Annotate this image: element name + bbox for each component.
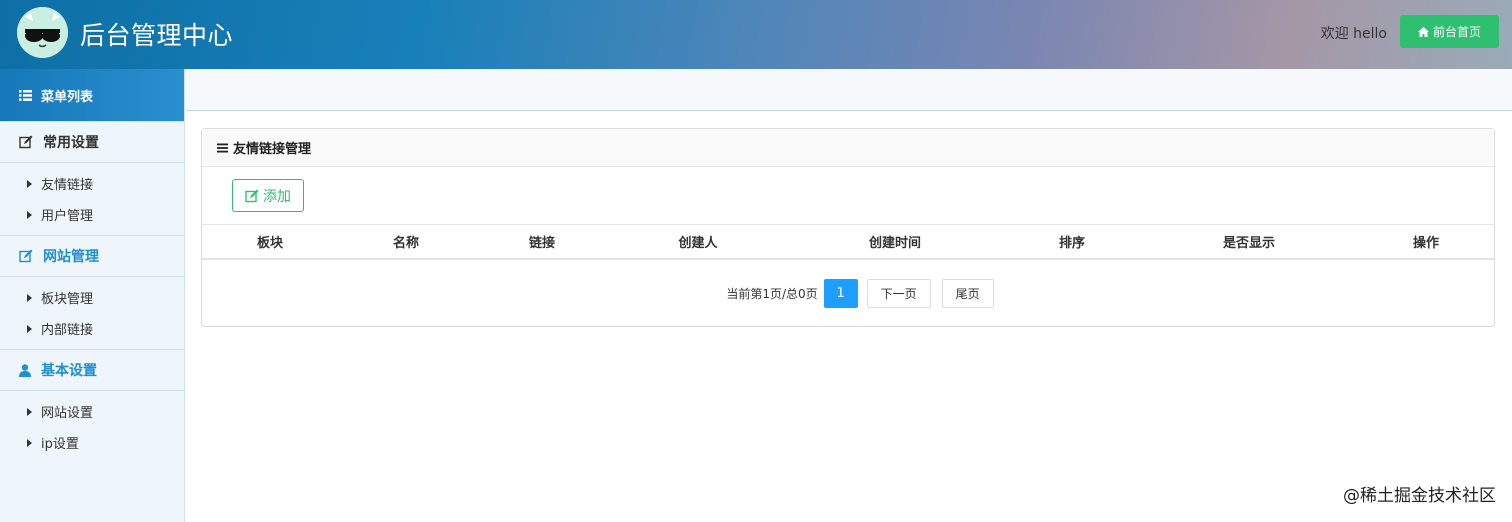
panel-title: 友情链接管理 (233, 142, 312, 157)
sidebar-item-label: 板块管理 (41, 292, 94, 307)
friend-links-table: 板块 名称 链接 创建人 创建时间 排序 是否显示 操作 (202, 225, 1494, 260)
column-header-created-time[interactable]: 创建时间 (786, 225, 1004, 260)
panel-toolbar: 添加 (202, 167, 1494, 225)
sidebar-item-label: 用户管理 (41, 209, 94, 224)
menu-list-header: 菜单列表 (0, 69, 184, 121)
page-1-button[interactable]: 1 (823, 278, 858, 308)
panel-header: 友情链接管理 (202, 129, 1494, 167)
edit-icon (245, 189, 259, 202)
sidebar-item-label: 友情链接 (41, 178, 94, 193)
page-info: 当前第1页/总0页 (726, 286, 818, 301)
sidebar-item-label: ip设置 (41, 437, 79, 452)
column-header-visible[interactable]: 是否显示 (1140, 225, 1358, 260)
sidebar-item-friend-links[interactable]: 友情链接 (0, 168, 184, 199)
column-header-actions[interactable]: 操作 (1358, 225, 1494, 260)
pagination: 当前第1页/总0页 1 下一页 尾页 (202, 260, 1494, 326)
friend-links-panel: 友情链接管理 添加 板块 名称 链接 创建人 创建时间 排序 是否显示 操作 当… (201, 128, 1495, 327)
list-icon (19, 89, 32, 101)
last-page-button[interactable]: 尾页 (941, 278, 994, 308)
sidebar-item-label: 网站设置 (41, 406, 94, 421)
sidebar: 菜单列表 常用设置 友情链接 用户管理 网站管理 板块管理 内部链接 基本设置 … (0, 69, 185, 522)
home-icon (1417, 26, 1429, 37)
frontend-home-label: 前台首页 (1432, 25, 1481, 39)
user-icon (19, 363, 31, 377)
add-button-label: 添加 (263, 188, 291, 205)
next-page-button[interactable]: 下一页 (866, 278, 931, 308)
caret-right-icon (27, 438, 32, 447)
sidebar-group-label: 网站管理 (43, 249, 99, 265)
edit-icon (19, 249, 33, 263)
column-header-board[interactable]: 板块 (202, 225, 338, 260)
bars-icon (217, 143, 228, 152)
column-header-sort[interactable]: 排序 (1004, 225, 1140, 260)
sidebar-group-label: 基本设置 (41, 363, 97, 379)
top-header: 后台管理中心 欢迎 hello 前台首页 (0, 0, 1512, 69)
caret-right-icon (27, 179, 32, 188)
add-button[interactable]: 添加 (232, 179, 304, 212)
sidebar-item-board-management[interactable]: 板块管理 (0, 282, 184, 313)
logo-avatar (17, 7, 68, 58)
sidebar-group-label: 常用设置 (43, 135, 99, 151)
sidebar-item-ip-settings[interactable]: ip设置 (0, 427, 184, 458)
column-header-name[interactable]: 名称 (338, 225, 474, 260)
caret-right-icon (27, 293, 32, 302)
column-header-link[interactable]: 链接 (474, 225, 610, 260)
watermark: @稀土掘金技术社区 (1343, 486, 1496, 506)
frontend-home-button[interactable]: 前台首页 (1400, 15, 1499, 48)
menu-list-title: 菜单列表 (41, 89, 94, 105)
sunglasses-icon (17, 7, 68, 58)
edit-icon (19, 135, 33, 149)
table-header-row: 板块 名称 链接 创建人 创建时间 排序 是否显示 操作 (202, 225, 1494, 260)
content-topbar (186, 69, 1512, 111)
sidebar-group-basic-settings[interactable]: 基本设置 (0, 349, 184, 391)
sidebar-group-site-management[interactable]: 网站管理 (0, 235, 184, 277)
app-title: 后台管理中心 (80, 21, 234, 50)
welcome-text: 欢迎 hello (1320, 26, 1387, 42)
column-header-creator[interactable]: 创建人 (610, 225, 786, 260)
sidebar-item-site-settings[interactable]: 网站设置 (0, 396, 184, 427)
sidebar-group-common-settings[interactable]: 常用设置 (0, 121, 184, 163)
sidebar-item-internal-links[interactable]: 内部链接 (0, 313, 184, 344)
sidebar-item-label: 内部链接 (41, 323, 94, 338)
caret-right-icon (27, 324, 32, 333)
caret-right-icon (27, 407, 32, 416)
sidebar-item-user-management[interactable]: 用户管理 (0, 199, 184, 230)
caret-right-icon (27, 210, 32, 219)
